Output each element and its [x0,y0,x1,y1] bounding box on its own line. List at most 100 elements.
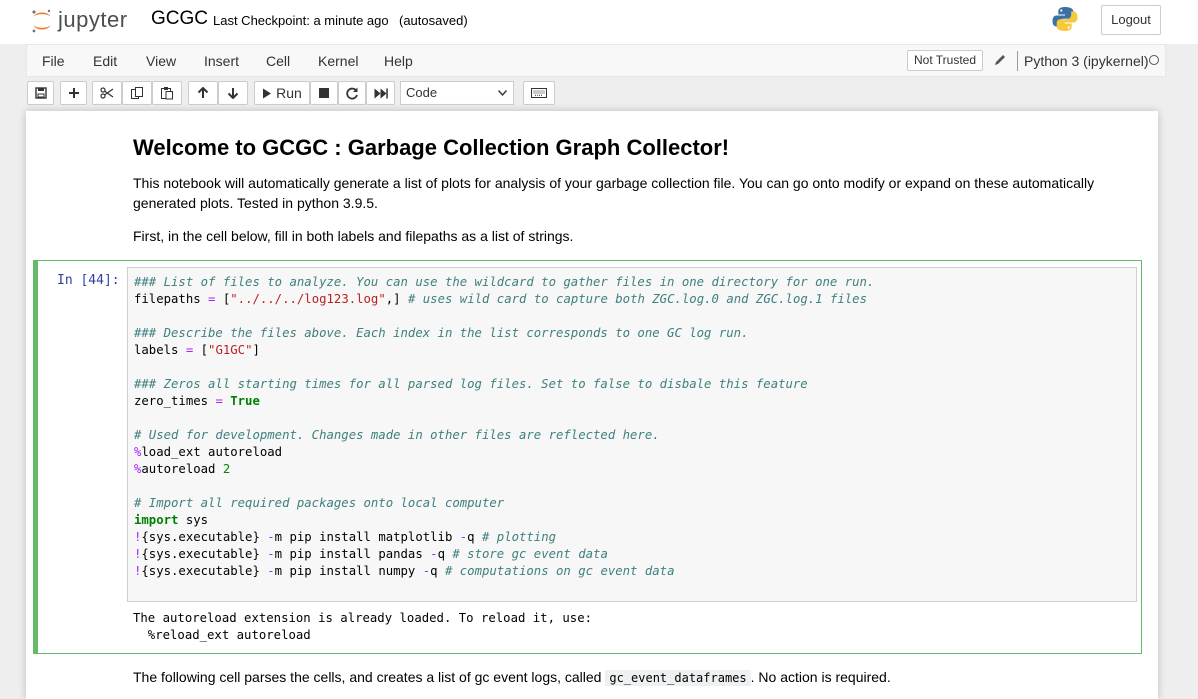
code-line[interactable] [134,410,874,427]
not-trusted-button[interactable]: Not Trusted [907,50,984,71]
code-editor[interactable]: ### List of files to analyze. You can us… [127,267,1137,602]
code-token: - [430,547,438,561]
code-token: True [230,394,260,408]
menu-help[interactable]: Help [384,53,413,69]
code-line[interactable]: %autoreload 2 [134,461,874,478]
code-token: - [267,564,275,578]
code-token: sys [178,513,209,527]
autosave-status: (autosaved) [399,13,468,28]
code-token: q [437,547,453,561]
code-line[interactable]: labels = ["G1GC"] [134,342,874,359]
code-token: # store gc event data [452,547,608,561]
code-token: "G1GC" [208,343,253,357]
chevron-down-icon [498,90,507,96]
code-line[interactable] [134,359,874,376]
code-text[interactable]: ### List of files to analyze. You can us… [134,274,874,580]
menu-insert[interactable]: Insert [204,53,239,69]
code-token: - [267,547,275,561]
code-token: m pip install numpy [274,564,423,578]
notebook-container: Welcome to GCGC : Garbage Collection Gra… [26,111,1158,699]
markdown-intro: This notebook will automatically generat… [133,175,1095,211]
code-line[interactable]: ### List of files to analyze. You can us… [134,274,874,291]
code-token: {sys.executable} [141,547,268,561]
notebook-name[interactable]: GCGC [151,8,208,30]
command-palette-button[interactable] [523,81,555,105]
save-button[interactable] [27,81,54,105]
move-up-button[interactable] [188,81,218,105]
code-token: # computations on gc event data [444,564,675,578]
kernel-name[interactable]: Python 3 (ipykernel) [1024,53,1149,69]
run-button[interactable]: Run [254,81,310,105]
code-token: = [215,394,223,408]
code-line[interactable]: ### Describe the files above. Each index… [134,325,874,342]
menu-edit[interactable]: Edit [93,53,117,69]
code-line[interactable]: # Import all required packages onto loca… [134,495,874,512]
restart-run-all-button[interactable] [366,81,395,105]
run-label: Run [276,85,302,101]
code-token: import [134,513,179,527]
code-token: # uses wild card to capture both ZGC.log… [407,292,867,306]
copy-icon [131,87,143,99]
restart-button[interactable] [338,81,366,105]
paste-button[interactable] [152,81,182,105]
output-line: The autoreload extension is already load… [133,611,593,625]
code-token: ### Describe the files above. Each index… [134,326,749,340]
markdown-heading: Welcome to GCGC : Garbage Collection Gra… [133,135,730,160]
code-token: filepaths [134,292,209,306]
code-cell-selected[interactable]: In [44]: ### List of files to analyze. Y… [33,260,1142,654]
menu-view[interactable]: View [146,53,176,69]
menubar: File Edit View Insert Cell Kernel Help N… [26,44,1166,77]
jupyter-logo[interactable]: jupyter [30,6,140,34]
code-token: ### List of files to analyze. You can us… [134,275,875,289]
code-token: [ [215,292,231,306]
code-line[interactable]: !{sys.executable} -m pip install numpy -… [134,563,874,580]
output-line: %reload_ext autoreload [133,628,311,642]
code-token: autoreload [141,462,223,476]
code-token: m pip install matplotlib [274,530,460,544]
jupyter-logo-icon [32,9,51,33]
code-token: "../../../log123.log" [230,292,386,306]
code-line[interactable]: ### Zeros all starting times for all par… [134,376,874,393]
insert-cell-button[interactable] [60,81,87,105]
menu-kernel[interactable]: Kernel [318,53,358,69]
code-line[interactable]: !{sys.executable} -m pip install pandas … [134,546,874,563]
checkpoint-status: Last Checkpoint: a minute ago [213,13,389,28]
code-line[interactable]: %load_ext autoreload [134,444,874,461]
copy-button[interactable] [122,81,152,105]
code-token: # Import all required packages onto loca… [134,496,505,510]
code-token: {sys.executable} [141,530,268,544]
code-line[interactable]: # Used for development. Changes made in … [134,427,874,444]
code-token: # Used for development. Changes made in … [134,428,660,442]
kernel-separator [1017,51,1018,71]
arrow-down-icon [227,88,239,99]
markdown-next-description: The following cell parses the cells, and… [133,669,891,686]
plus-icon [68,88,79,98]
play-icon [263,88,272,98]
kernel-idle-indicator [1149,55,1159,65]
move-down-button[interactable] [218,81,248,105]
scissors-icon [100,87,114,99]
paste-icon [161,87,173,100]
code-token: # plotting [481,530,557,544]
code-line[interactable] [134,478,874,495]
cell-type-select[interactable]: Code [400,81,514,105]
code-line[interactable]: import sys [134,512,874,529]
cell-type-value: Code [406,85,438,100]
interrupt-button[interactable] [310,81,338,105]
pencil-icon[interactable] [993,53,1007,67]
logout-button[interactable]: Logout [1101,5,1161,35]
menu-file[interactable]: File [42,53,65,69]
cut-button[interactable] [92,81,122,105]
code-token: ,] [385,292,408,306]
code-line[interactable]: !{sys.executable} -m pip install matplot… [134,529,874,546]
code-line[interactable]: filepaths = ["../../../log123.log",] # u… [134,291,874,308]
code-line[interactable]: zero_times = True [134,393,874,410]
code-token: q [430,564,445,578]
restart-icon [345,87,358,99]
code-token: load_ext autoreload [141,445,283,459]
menu-cell[interactable]: Cell [266,53,290,69]
code-token: 2 [222,462,231,476]
code-line[interactable] [134,308,874,325]
header: jupyter GCGC Last Checkpoint: a minute a… [0,0,1198,44]
code-token: q [467,530,482,544]
